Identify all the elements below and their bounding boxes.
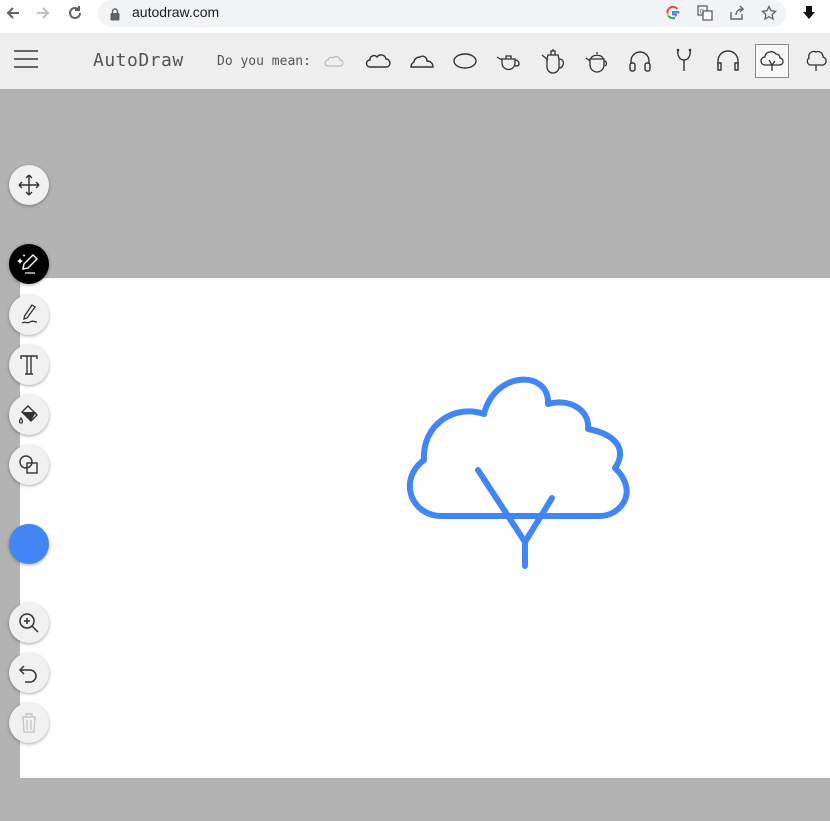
share-icon[interactable] (726, 3, 748, 23)
suggestion-cloud-4[interactable] (448, 44, 482, 78)
reload-icon[interactable] (63, 2, 87, 24)
address-bar[interactable]: autodraw.com G (98, 0, 786, 27)
screen: autodraw.com G AutoDraw Do you mean: (0, 0, 830, 821)
magic-pencil-icon (17, 254, 38, 274)
tree-drawing[interactable] (400, 374, 640, 574)
suggestion-teapot-2[interactable] (536, 44, 570, 78)
suggestion-headphones-2[interactable] (711, 44, 745, 78)
menu-icon[interactable] (14, 50, 42, 74)
star-icon[interactable] (758, 3, 780, 23)
forward-arrow-icon[interactable] (31, 2, 55, 24)
autodraw-tool-button[interactable] (9, 244, 49, 284)
color-picker-swatch[interactable] (9, 524, 49, 564)
paint-bucket-icon (18, 405, 38, 424)
suggestion-tree-2[interactable] (799, 44, 830, 78)
suggestion-teapot-1[interactable] (492, 44, 526, 78)
trash-icon (22, 713, 36, 733)
app-header: AutoDraw Do you mean: (0, 33, 830, 89)
translate-icon[interactable]: G (694, 3, 716, 23)
suggestion-label: Do you mean: (217, 54, 311, 69)
fill-tool-button[interactable] (9, 395, 49, 435)
draw-tool-button[interactable] (9, 295, 49, 335)
pencil-icon (21, 304, 38, 324)
svg-text:G: G (700, 8, 705, 15)
select-move-button[interactable] (9, 165, 49, 205)
zoom-in-icon (19, 613, 39, 633)
suggestion-headphones-1[interactable] (623, 44, 657, 78)
suggestion-tree-1[interactable] (755, 44, 789, 78)
google-icon[interactable] (662, 3, 684, 23)
app-brand: AutoDraw (93, 50, 184, 71)
shapes-icon (19, 455, 38, 474)
undo-button[interactable] (9, 653, 49, 693)
delete-button[interactable] (9, 703, 49, 743)
suggestion-cloud-1[interactable] (317, 44, 351, 78)
type-tool-button[interactable] (9, 345, 49, 385)
suggestion-stethoscope[interactable] (667, 44, 701, 78)
suggestion-cloud-2[interactable] (361, 44, 395, 78)
drawing-canvas[interactable] (20, 278, 830, 778)
url-text[interactable]: autodraw.com (132, 4, 219, 20)
shape-tool-button[interactable] (9, 445, 49, 485)
browser-toolbar: autodraw.com G (0, 0, 830, 33)
text-tool-icon (20, 355, 38, 375)
suggestion-teapot-3[interactable] (580, 44, 614, 78)
move-arrows-icon (18, 174, 40, 196)
extension-download-icon[interactable] (798, 3, 820, 23)
undo-icon (18, 665, 37, 683)
suggestion-cloud-3[interactable] (405, 44, 439, 78)
back-arrow-icon[interactable] (1, 2, 25, 24)
lock-icon[interactable] (110, 6, 120, 25)
zoom-button[interactable] (9, 603, 49, 643)
